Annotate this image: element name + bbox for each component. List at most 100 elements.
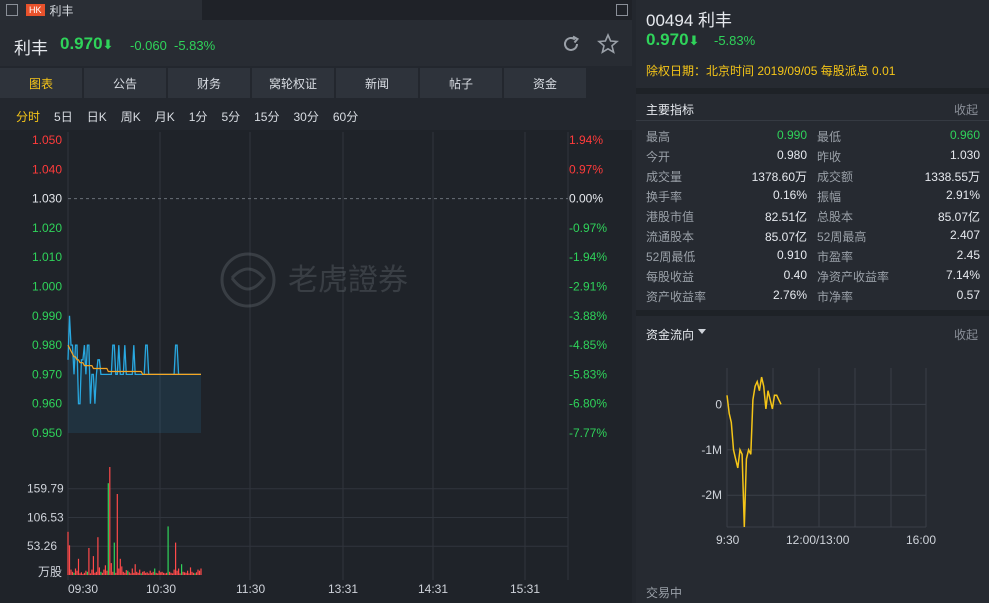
divider	[636, 310, 989, 316]
indicator-value: 82.51亿	[764, 210, 807, 224]
flow-y-tick-label: -1M	[701, 443, 722, 457]
y-tick-label: 1.030	[32, 192, 62, 206]
indicator-label: 振幅	[817, 190, 842, 204]
flow-x-tick-label: 9:30	[716, 533, 740, 547]
x-tick-label: 09:30	[68, 582, 98, 596]
indicator-row: 流通股本 85.07亿 52周最高 2.407	[646, 228, 980, 248]
indicator-value: 0.40	[783, 268, 807, 282]
tiger-logo-stripe	[230, 267, 266, 291]
x-tick-label: 13:31	[328, 582, 358, 596]
indicator-row: 每股收益 0.40 净资产收益率 7.14%	[646, 268, 980, 288]
tab-5[interactable]: 帖子	[420, 68, 502, 98]
stock-name: 利丰	[14, 39, 48, 58]
period-2[interactable]: 日K	[87, 106, 107, 128]
period-6[interactable]: 5分	[221, 106, 240, 128]
indicator-label: 资产收益率	[646, 290, 707, 304]
indicators-collapse-button[interactable]: 收起	[954, 101, 978, 118]
flow-y-tick-label: -2M	[701, 488, 722, 502]
divider	[636, 120, 989, 121]
indicator-row: 资产收益率 2.76% 市净率 0.57	[646, 288, 980, 308]
indicator-label: 总股本	[817, 210, 854, 224]
period-9[interactable]: 60分	[333, 106, 358, 128]
y-tick-label: 1.040	[32, 162, 62, 176]
period-1[interactable]: 5日	[54, 106, 73, 128]
indicator-label: 流通股本	[646, 230, 695, 244]
stock-tab[interactable]: HK 利丰	[0, 0, 202, 20]
indicator-value: 0.990	[776, 128, 807, 142]
y-tick-label: 0.950	[32, 426, 62, 440]
volume-tick-label: 159.79	[27, 482, 64, 496]
y-tick-label: 0.980	[32, 338, 62, 352]
indicator-value: 1338.55万	[924, 170, 980, 184]
indicator-value: 2.45	[956, 248, 980, 262]
indicator-value: 0.980	[776, 148, 807, 162]
period-4[interactable]: 月K	[155, 106, 175, 128]
indicator-label: 最高	[646, 130, 671, 144]
divider	[636, 88, 989, 94]
indicator-value: 1.030	[949, 148, 980, 162]
indicator-value: 85.07亿	[764, 230, 807, 244]
stock-code-name: 00494 利丰	[646, 11, 732, 30]
y-tick-label: 0.960	[32, 397, 62, 411]
intraday-chart[interactable]: 1.050 1.94% 1.040 0.97% 1.030 0.00% 1.020 -0.97…	[0, 130, 632, 603]
y-tick-label-pct: -2.91%	[569, 280, 607, 294]
tab-4[interactable]: 新闻	[336, 68, 418, 98]
y-tick-label-pct: -1.94%	[569, 250, 607, 264]
indicator-label: 每股收益	[646, 270, 695, 284]
y-tick-label-pct: -6.80%	[569, 397, 607, 411]
indicator-label: 换手率	[646, 190, 683, 204]
indicator-label: 市盈率	[817, 250, 854, 264]
indicator-label: 昨收	[817, 150, 842, 164]
dividend-info: 除权日期：北京时间 2019/09/05 每股派息 0.01	[646, 64, 896, 78]
indicator-row: 港股市值 82.51亿 总股本 85.07亿	[646, 208, 980, 228]
indicator-value: 7.14%	[945, 268, 980, 282]
refresh-icon[interactable]	[560, 33, 582, 55]
price-change: -0.060	[130, 38, 167, 53]
tiger-logo-icon	[220, 252, 276, 308]
caret-down-icon[interactable]	[698, 329, 706, 334]
section-tabs: 图表 公告 财务 窝轮权证 新闻 帖子 资金	[0, 68, 632, 98]
tab-1[interactable]: 公告	[84, 68, 166, 98]
period-7[interactable]: 15分	[254, 106, 279, 128]
y-tick-label-pct: -3.88%	[569, 309, 607, 323]
period-8[interactable]: 30分	[293, 106, 318, 128]
favorite-star-icon[interactable]	[597, 33, 619, 55]
y-tick-label-pct: -5.83%	[569, 367, 607, 381]
indicator-row: 52周最低 0.910 市盈率 2.45	[646, 248, 980, 268]
y-tick-label: 1.020	[32, 221, 62, 235]
y-tick-label: 1.010	[32, 250, 62, 264]
volume-tick-label: 53.26	[27, 539, 57, 553]
y-tick-label-pct: -0.97%	[569, 221, 607, 235]
indicator-value: 1378.60万	[751, 170, 807, 184]
period-5[interactable]: 1分	[189, 106, 208, 128]
market-badge: HK	[26, 4, 45, 16]
flow-x-tick-label: 12:00/13:00	[786, 533, 850, 547]
y-tick-label: 0.970	[32, 367, 62, 381]
watermark-text: 老虎證券	[288, 263, 408, 298]
tab-checkbox[interactable]	[6, 4, 18, 16]
y-tick-label-pct: 0.00%	[569, 192, 603, 206]
y-tick-label-pct: 0.97%	[569, 162, 603, 176]
flow-y-tick-label: 0	[715, 397, 722, 411]
indicator-label: 52周最低	[646, 250, 696, 264]
x-tick-label: 14:31	[418, 582, 448, 596]
y-tick-label: 1.000	[32, 280, 62, 294]
indicator-value: 2.407	[949, 228, 980, 242]
price-change-pct: -5.83%	[174, 38, 216, 53]
tab-2[interactable]: 财务	[168, 68, 250, 98]
indicator-label: 成交量	[646, 170, 683, 184]
right-checkbox[interactable]	[616, 4, 628, 16]
indicator-label: 市净率	[817, 290, 854, 304]
indicator-label: 今开	[646, 150, 671, 164]
indicator-label: 最低	[817, 130, 842, 144]
period-3[interactable]: 周K	[121, 106, 141, 128]
tab-0[interactable]: 图表	[0, 68, 82, 98]
y-tick-label: 0.990	[32, 309, 62, 323]
x-tick-label: 10:30	[146, 582, 176, 596]
tab-3[interactable]: 窝轮权证	[252, 68, 334, 98]
trading-status: 交易中	[646, 586, 683, 600]
indicator-label: 净资产收益率	[817, 270, 890, 284]
volume-unit-label: 万股	[38, 565, 62, 579]
period-0[interactable]: 分时	[16, 106, 40, 128]
tab-6[interactable]: 资金	[504, 68, 586, 98]
